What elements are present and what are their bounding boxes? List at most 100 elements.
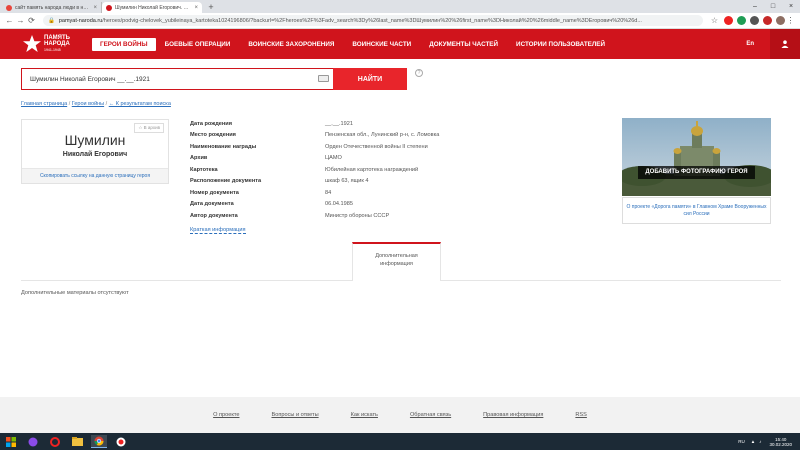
system-tray: RU ▲ ♪ 15:40 30.02.2020 xyxy=(738,433,792,450)
keyboard-layout[interactable]: RU xyxy=(738,439,745,444)
extension-icon[interactable] xyxy=(724,16,733,25)
footer-feedback-link[interactable]: Обратная связь xyxy=(410,412,451,418)
language-switch[interactable]: En xyxy=(746,41,754,47)
nav-user-stories[interactable]: ИСТОРИИ ПОЛЬЗОВАТЕЛЕЙ xyxy=(507,41,614,48)
bookmark-star-icon[interactable]: ☆ xyxy=(709,16,720,25)
footer-about-link[interactable]: О проекте xyxy=(213,412,239,418)
breadcrumb: Главная страница / Герои войны / ← К рез… xyxy=(21,101,171,107)
keyboard-icon[interactable] xyxy=(318,75,329,82)
opera-icon xyxy=(50,436,60,447)
footer-legal-link[interactable]: Правовая информация xyxy=(483,412,543,418)
new-tab-button[interactable]: + xyxy=(206,2,216,12)
maximize-icon[interactable]: □ xyxy=(764,0,782,13)
detail-row: Дата документа 06.04.1985 xyxy=(190,199,490,211)
user-icon xyxy=(781,40,789,48)
close-tab-icon[interactable]: × xyxy=(194,5,198,11)
back-arrow-icon[interactable]: ← xyxy=(4,16,15,25)
opera-browser-icon[interactable] xyxy=(47,435,63,448)
search-button[interactable]: НАЙТИ xyxy=(333,68,407,90)
alice-assistant-icon[interactable] xyxy=(25,435,41,448)
hero-first-middle-name: Николай Егорович xyxy=(62,151,128,158)
help-icon[interactable]: ? xyxy=(415,69,423,77)
network-icon[interactable]: ▲ xyxy=(751,439,755,444)
detail-row: Наименование награды Орден Отечественной … xyxy=(190,141,490,153)
hero-search-input[interactable] xyxy=(21,68,333,90)
url-path: /heroes/podvig-chelovek_yubileinaya_kart… xyxy=(102,17,642,24)
detail-label: Номер документа xyxy=(190,189,239,196)
system-clock[interactable]: 15:40 30.02.2020 xyxy=(769,437,792,447)
detail-label: Автор документа xyxy=(190,212,238,219)
windows-taskbar: RU ▲ ♪ 15:40 30.02.2020 xyxy=(0,433,800,450)
hero-details-list: Дата рождения __.__.1921 Место рождения Пе… xyxy=(190,118,490,222)
forward-arrow-icon[interactable]: → xyxy=(15,16,26,25)
footer-how-to-search-link[interactable]: Как искать xyxy=(351,412,378,418)
detail-label: Картотека xyxy=(190,166,218,173)
copy-page-link[interactable]: Скопировать ссылку на данную страницу ге… xyxy=(22,168,168,183)
browser-tab-hero[interactable]: Шумилин Николай Егорович. Орден × xyxy=(102,2,202,13)
footer-faq-link[interactable]: Вопросы и ответы xyxy=(271,412,318,418)
detail-row: Автор документа Министр обороны СССР xyxy=(190,210,490,222)
browser-tab-strip: сайт память народа люди в направлении × … xyxy=(0,0,800,13)
extension-icon[interactable] xyxy=(763,16,772,25)
window-controls: – □ × xyxy=(746,0,800,13)
detail-value: Министр обороны СССР xyxy=(325,212,390,219)
volume-icon[interactable]: ♪ xyxy=(759,439,761,444)
user-account-button[interactable] xyxy=(770,29,800,59)
chrome-browser-icon[interactable] xyxy=(91,435,107,448)
breadcrumb-heroes[interactable]: Герои войны xyxy=(72,101,104,107)
breadcrumb-home[interactable]: Главная страница xyxy=(21,101,67,107)
hero-card: ☆ В архив Шумилин Николай Егорович Скопи… xyxy=(21,119,169,184)
brief-info-link[interactable]: Краткая информация xyxy=(190,227,246,234)
star-logo-icon xyxy=(23,35,41,52)
no-materials-text: Дополнительные материалы отсутствуют xyxy=(21,290,129,296)
detail-value: __.__.1921 xyxy=(325,120,353,127)
windows-logo-icon xyxy=(6,436,16,447)
minimize-icon[interactable]: – xyxy=(746,0,764,13)
browser-tab-search[interactable]: сайт память народа люди в направлении × xyxy=(2,2,102,13)
nav-units[interactable]: ВОИНСКИЕ ЧАСТИ xyxy=(343,41,420,48)
close-tab-icon[interactable]: × xyxy=(93,5,97,11)
add-hero-photo-button[interactable]: ДОБАВИТЬ ФОТОГРАФИЮ ГЕРОЯ xyxy=(638,166,755,179)
footer-rss-link[interactable]: RSS xyxy=(575,412,587,418)
detail-label: Место рождения xyxy=(190,132,236,139)
detail-value: Юбилейная картотека награждений xyxy=(325,166,419,173)
profile-avatar-icon[interactable] xyxy=(776,16,785,25)
add-photo-banner[interactable]: ДОБАВИТЬ ФОТОГРАФИЮ ГЕРОЯ xyxy=(622,118,771,196)
start-button[interactable] xyxy=(0,433,22,450)
browser-menu-icon[interactable]: ⋮ xyxy=(785,16,796,25)
back-to-results-link[interactable]: ← К результатам поиска xyxy=(109,101,171,107)
reload-icon[interactable]: ⟳ xyxy=(26,16,37,25)
close-window-icon[interactable]: × xyxy=(782,0,800,13)
detail-value: Пензенская обл., Лунинский р-н, с. Ломов… xyxy=(325,132,440,139)
site-logo[interactable]: ПАМЯТЬ НАРОДА 1941-1945 xyxy=(0,34,92,54)
yandex-favicon-icon xyxy=(6,4,12,11)
hero-surname: Шумилин xyxy=(64,132,126,148)
nav-documents[interactable]: ДОКУМЕНТЫ ЧАСТЕЙ xyxy=(420,41,507,48)
extension-icon[interactable] xyxy=(750,16,759,25)
nav-operations[interactable]: БОЕВЫЕ ОПЕРАЦИИ xyxy=(156,41,240,48)
tab-label-line2: информация xyxy=(380,261,413,267)
tab-label-line1: Дополнительная xyxy=(375,253,418,259)
tab-additional-info[interactable]: Дополнительная информация xyxy=(352,242,441,281)
road-of-memory-link[interactable]: О проекте «Дорога памяти» в Главном Храм… xyxy=(622,197,771,224)
tab-title: сайт память народа люди в направлении xyxy=(15,4,90,11)
detail-row: Картотека Юбилейная картотека награждений xyxy=(190,164,490,176)
folder-icon xyxy=(71,437,83,446)
detail-row: Номер документа 84 xyxy=(190,187,490,199)
detail-value: ЦАМО xyxy=(325,155,342,162)
nav-heroes[interactable]: ГЕРОИ ВОЙНЫ xyxy=(92,37,156,51)
extension-icon[interactable] xyxy=(737,16,746,25)
detail-row: Место рождения Пензенская обл., Лунинский… xyxy=(190,130,490,142)
search-form: НАЙТИ xyxy=(21,68,407,90)
detail-label: Наименование награды xyxy=(190,143,257,150)
logo-text: ПАМЯТЬ НАРОДА 1941-1945 xyxy=(44,35,70,53)
alice-icon xyxy=(28,437,38,446)
yandex-browser-icon[interactable] xyxy=(113,435,129,448)
detail-row: Архив ЦАМО xyxy=(190,153,490,165)
church-photo-image xyxy=(622,118,771,196)
nav-burials[interactable]: ВОИНСКИЕ ЗАХОРОНЕНИЯ xyxy=(239,41,343,48)
file-explorer-icon[interactable] xyxy=(69,435,85,448)
detail-label: Дата документа xyxy=(190,201,234,208)
detail-row: Дата рождения __.__.1921 xyxy=(190,118,490,130)
url-field[interactable]: 🔒 pamyat-naroda.ru /heroes/podvig-chelov… xyxy=(43,15,703,26)
